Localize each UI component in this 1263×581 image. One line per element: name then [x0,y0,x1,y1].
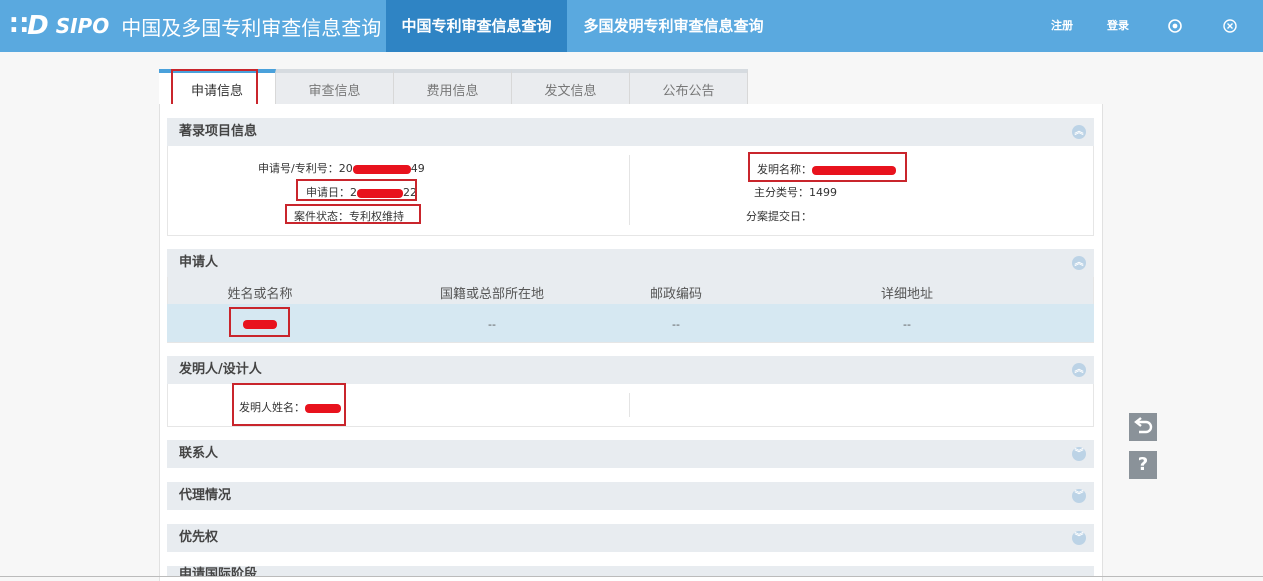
applicant-postcode-cell: -- [672,318,680,331]
main-classification-label: 主分类号： [754,186,809,199]
main-classification-value: 1499 [809,186,837,199]
bottom-border [0,576,1263,577]
collapse-icon[interactable]: ︽ [1072,125,1086,139]
application-number-suffix: 49 [410,162,425,175]
section-agency-header[interactable]: 代理情况 ︾ [167,482,1094,510]
tab-examination-info[interactable]: 审查信息 [276,69,394,105]
column-divider [629,155,630,225]
top-header: ∷D SIPO 中国及多国专利审查信息查询 中国专利审查信息查询 多国发明专利审… [0,0,1263,52]
login-link[interactable]: 登录 [1107,0,1129,52]
column-header-nationality: 国籍或总部所在地 [439,287,544,302]
division-submission-date-label: 分案提交日： [746,210,812,223]
expand-icon[interactable]: ︾ [1072,447,1086,461]
section-agency-title: 代理情况 [179,488,232,503]
tab-fee-info[interactable]: 费用信息 [394,69,512,105]
section-applicant-title: 申请人 [179,255,219,270]
applicant-nationality-cell: -- [488,318,496,331]
tab-document-info[interactable]: 发文信息 [512,69,630,105]
help-icon[interactable]: ? [1129,451,1157,479]
redaction-mark [352,164,411,174]
column-divider [629,393,630,417]
section-biblio-title: 著录项目信息 [179,124,258,139]
highlight-box-applicant [229,307,290,337]
section-inventor-title: 发明人/设计人 [179,362,262,377]
main-classification: 主分类号：1499 [754,184,837,200]
sipo-logo-text: SIPO [55,14,110,38]
sipo-logo-mark-icon: ∷D [10,11,49,41]
section-international-header[interactable]: 申请国际阶段 [167,566,1094,576]
column-header-postcode: 邮政编码 [649,287,702,302]
section-contact-header[interactable]: 联系人 ︾ [167,440,1094,468]
close-icon[interactable] [1222,18,1238,34]
section-priority-title: 优先权 [179,530,219,545]
nav-china-patent-query[interactable]: 中国专利审查信息查询 [386,0,567,52]
globe-icon[interactable] [1167,18,1183,34]
column-header-address: 详细地址 [880,287,933,302]
highlight-box-invention-name [748,152,907,182]
register-link[interactable]: 注册 [1051,0,1073,52]
application-number: 申请号/专利号：20 49 [258,160,425,176]
division-submission-date: 分案提交日： [746,208,812,224]
back-icon[interactable] [1129,413,1157,441]
collapse-icon[interactable]: ︽ [1072,363,1086,377]
column-header-name: 姓名或名称 [227,287,293,302]
section-priority-header[interactable]: 优先权 ︾ [167,524,1094,552]
highlight-box-case-status [285,204,421,224]
application-number-label: 申请号/专利号： [258,162,339,175]
collapse-icon[interactable]: ︽ [1072,256,1086,270]
expand-icon[interactable]: ︾ [1072,489,1086,503]
application-number-prefix: 20 [338,162,353,175]
section-biblio-header[interactable]: 著录项目信息 ︽ [167,118,1094,146]
nav-multi-country-query[interactable]: 多国发明专利审查信息查询 [567,0,780,52]
section-applicant-header[interactable]: 申请人 ︽ [167,249,1094,277]
sipo-logo[interactable]: ∷D SIPO 中国及多国专利审查信息查询 [10,8,381,44]
tab-publication-info[interactable]: 公布公告 [630,69,748,105]
section-contact-title: 联系人 [179,446,219,461]
site-title: 中国及多国专利审查信息查询 [121,15,382,40]
table-row[interactable] [167,304,1094,342]
applicant-address-cell: -- [903,318,911,331]
highlight-box-application-date [296,179,417,201]
highlight-box-inventor [232,383,346,426]
highlight-box-tab [171,69,258,107]
expand-icon[interactable]: ︾ [1072,531,1086,545]
section-inventor-header[interactable]: 发明人/设计人 ︽ [167,356,1094,384]
section-international-title: 申请国际阶段 [179,567,258,576]
